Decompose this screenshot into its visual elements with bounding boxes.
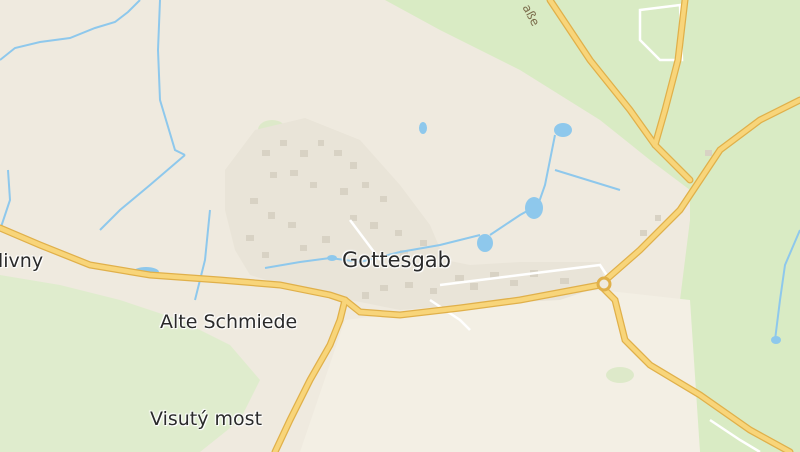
place-label-edge-left[interactable]: livny <box>0 250 43 272</box>
map-layer <box>0 0 800 452</box>
map-canvas[interactable]: Gottesgab Alte Schmiede Visutý most livn… <box>0 0 800 452</box>
place-label-alte-schmiede[interactable]: Alte Schmiede <box>160 311 297 333</box>
town-label[interactable]: Gottesgab <box>342 248 451 272</box>
place-label-visuty-most[interactable]: Visutý most <box>150 408 262 430</box>
forest-patch <box>606 367 634 383</box>
roundabout <box>596 276 612 292</box>
